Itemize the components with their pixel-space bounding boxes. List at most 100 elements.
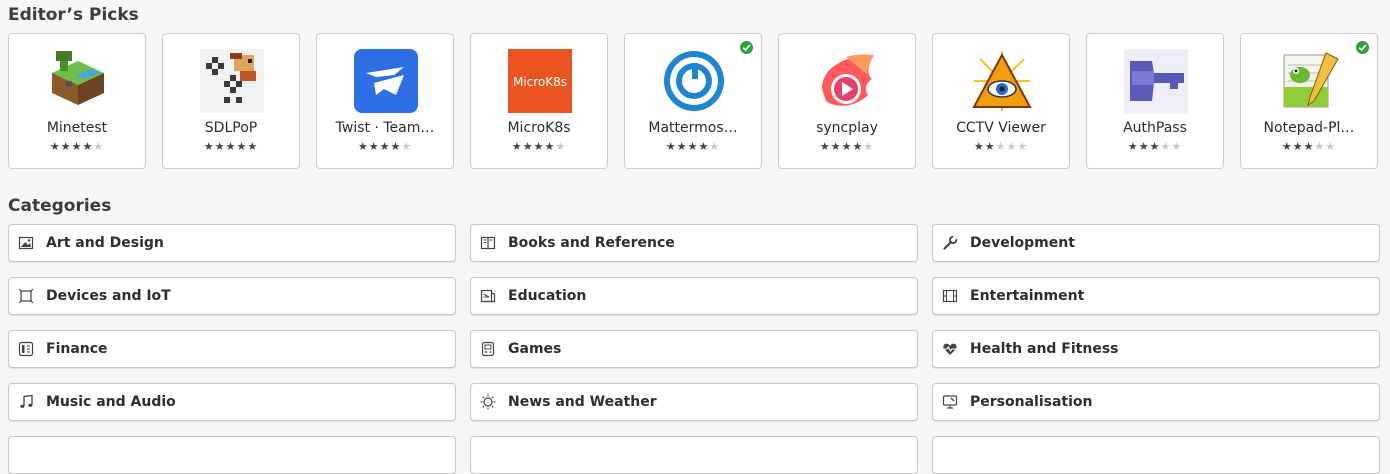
star-empty-icon: ★: [1171, 140, 1183, 153]
app-card-notepad-plus-plus[interactable]: Notepad-Pl… ★★★★★: [1240, 33, 1378, 169]
authpass-icon: [1124, 49, 1188, 113]
mattermost-icon: [662, 49, 726, 113]
category-books-and-reference[interactable]: Books and Reference: [470, 224, 918, 262]
category-label: Personalisation: [970, 394, 1093, 410]
wrench-icon: [942, 235, 958, 251]
star-empty-icon: ★: [1160, 140, 1172, 153]
rating-stars: ★★★★★: [317, 140, 453, 154]
sun-icon: [480, 394, 496, 410]
star-filled-icon: ★: [225, 140, 237, 153]
gamepad-icon: [480, 341, 496, 357]
installed-check-icon: [740, 41, 753, 54]
star-filled-icon: ★: [1292, 140, 1304, 153]
category-games[interactable]: Games: [470, 330, 918, 368]
category-music-and-audio[interactable]: Music and Audio: [8, 383, 456, 421]
star-empty-icon: ★: [93, 140, 105, 153]
category-art-and-design[interactable]: Art and Design: [8, 224, 456, 262]
calculator-icon: [18, 341, 34, 357]
app-card-twist[interactable]: Twist · Team… ★★★★★: [316, 33, 454, 169]
category-label: News and Weather: [508, 394, 657, 410]
category-label: Development: [970, 235, 1075, 251]
app-card-mattermost[interactable]: Mattermos… ★★★★★: [624, 33, 762, 169]
rating-stars: ★★★★★: [9, 140, 145, 154]
category-row-partial[interactable]: [932, 436, 1380, 474]
syncplay-icon: [816, 49, 880, 113]
star-filled-icon: ★: [1138, 140, 1150, 153]
star-filled-icon: ★: [60, 140, 72, 153]
art-image-icon: [18, 235, 34, 251]
category-label: Books and Reference: [508, 235, 675, 251]
category-personalisation[interactable]: Personalisation: [932, 383, 1380, 421]
editors-picks-row: Minetest ★★★★★ SDLPoP ★★★★★ Twist · Team…: [8, 33, 1390, 171]
app-name: CCTV Viewer: [956, 120, 1046, 136]
sdlpop-icon: [200, 49, 264, 113]
star-filled-icon: ★: [1149, 140, 1161, 153]
star-filled-icon: ★: [82, 140, 94, 153]
app-name: MicroK8s: [507, 120, 571, 136]
category-row-partial[interactable]: [8, 436, 456, 474]
notepad-plus-plus-icon: [1278, 49, 1342, 113]
app-name: Minetest: [46, 120, 108, 136]
minetest-icon: [46, 49, 110, 113]
app-card-minetest[interactable]: Minetest ★★★★★: [8, 33, 146, 169]
app-card-microk8s[interactable]: MicroK8s MicroK8s ★★★★★: [470, 33, 608, 169]
app-card-syncplay[interactable]: syncplay ★★★★★: [778, 33, 916, 169]
education-icon: [480, 288, 496, 304]
device-frame-icon: [18, 288, 34, 304]
star-filled-icon: ★: [1281, 140, 1293, 153]
rating-stars: ★★★★★: [933, 140, 1069, 154]
category-news-and-weather[interactable]: News and Weather: [470, 383, 918, 421]
editors-picks-title: Editor’s Picks: [8, 5, 139, 25]
categories-title: Categories: [8, 196, 112, 216]
category-label: Art and Design: [46, 235, 164, 251]
category-label: Devices and IoT: [46, 288, 171, 304]
star-filled-icon: ★: [533, 140, 545, 153]
star-filled-icon: ★: [841, 140, 853, 153]
star-filled-icon: ★: [984, 140, 996, 153]
category-education[interactable]: Education: [470, 277, 918, 315]
monitor-icon: [942, 394, 958, 410]
app-card-authpass[interactable]: AuthPass ★★★★★: [1086, 33, 1224, 169]
star-empty-icon: ★: [709, 140, 721, 153]
star-filled-icon: ★: [236, 140, 248, 153]
cctv-viewer-icon: [970, 49, 1034, 113]
app-card-sdlpop[interactable]: SDLPoP ★★★★★: [162, 33, 300, 169]
heart-pulse-icon: [942, 341, 958, 357]
category-development[interactable]: Development: [932, 224, 1380, 262]
app-name: SDLPoP: [204, 120, 258, 136]
star-filled-icon: ★: [368, 140, 380, 153]
category-entertainment[interactable]: Entertainment: [932, 277, 1380, 315]
star-filled-icon: ★: [819, 140, 831, 153]
twist-icon: [354, 49, 418, 113]
app-name: syncplay: [816, 120, 878, 136]
app-name: Mattermos…: [648, 120, 738, 136]
star-filled-icon: ★: [379, 140, 391, 153]
star-filled-icon: ★: [511, 140, 523, 153]
star-empty-icon: ★: [863, 140, 875, 153]
star-filled-icon: ★: [357, 140, 369, 153]
rating-stars: ★★★★★: [625, 140, 761, 154]
star-empty-icon: ★: [555, 140, 567, 153]
star-filled-icon: ★: [698, 140, 710, 153]
category-label: Entertainment: [970, 288, 1085, 304]
star-empty-icon: ★: [995, 140, 1007, 153]
app-name: AuthPass: [1123, 120, 1187, 136]
rating-stars: ★★★★★: [163, 140, 299, 154]
category-devices-and-iot[interactable]: Devices and IoT: [8, 277, 456, 315]
category-row-partial[interactable]: [470, 436, 918, 474]
app-name: Twist · Team…: [335, 120, 435, 136]
star-empty-icon: ★: [401, 140, 413, 153]
star-filled-icon: ★: [71, 140, 83, 153]
star-filled-icon: ★: [973, 140, 985, 153]
music-note-icon: [18, 394, 34, 410]
film-icon: [942, 288, 958, 304]
category-health-and-fitness[interactable]: Health and Fitness: [932, 330, 1380, 368]
star-filled-icon: ★: [1127, 140, 1139, 153]
star-filled-icon: ★: [676, 140, 688, 153]
category-finance[interactable]: Finance: [8, 330, 456, 368]
category-label: Games: [508, 341, 562, 357]
app-card-cctv-viewer[interactable]: CCTV Viewer ★★★★★: [932, 33, 1070, 169]
rating-stars: ★★★★★: [779, 140, 915, 154]
star-filled-icon: ★: [203, 140, 215, 153]
category-label: Music and Audio: [46, 394, 176, 410]
